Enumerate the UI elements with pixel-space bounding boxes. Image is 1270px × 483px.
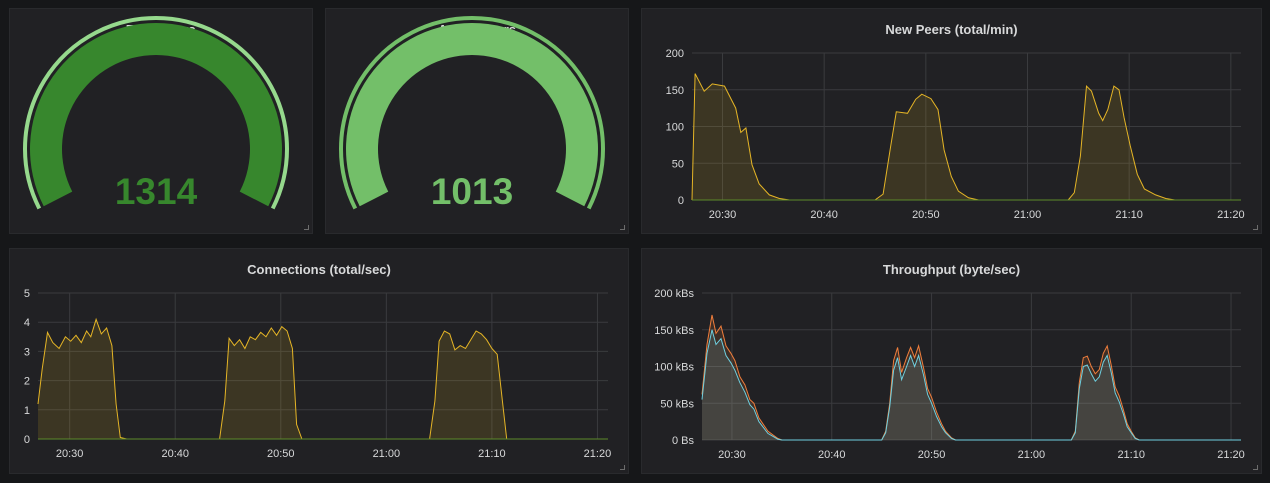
x-tick-label: 20:50 — [267, 448, 295, 460]
y-tick-label: 200 kBs — [654, 288, 694, 300]
series-line[interactable] — [37, 317, 608, 440]
x-tick-label: 20:40 — [161, 448, 189, 460]
resize-handle-icon[interactable] — [620, 465, 625, 470]
panel-total-peers[interactable]: Total Peers 1314 — [9, 8, 313, 234]
series-area — [692, 73, 1241, 200]
throughput-graph[interactable]: 0 Bs 50 kBs 100 kBs 150 kBs 200 kBs 20:30 20:4… — [642, 249, 1263, 475]
new-peers-graph[interactable]: 0 50 100 150 200 20:30 20:40 20:50 21:00 21:10 21:… — [642, 9, 1263, 235]
x-tick-label: 20:50 — [912, 209, 940, 221]
y-tick-label: 3 — [24, 346, 30, 358]
x-tick-label: 21:00 — [1014, 209, 1042, 221]
x-tick-label: 21:10 — [1115, 209, 1143, 221]
series-area — [702, 329, 1241, 440]
connections-graph[interactable]: 0 1 2 3 4 5 20:30 20:40 20:50 21:00 21:10 21:20 — [10, 249, 630, 475]
y-tick-label: 50 — [672, 158, 684, 170]
resize-handle-icon[interactable] — [1253, 465, 1258, 470]
y-tick-label: 1 — [24, 405, 30, 417]
series-area — [702, 315, 1241, 440]
y-tick-label: 100 kBs — [654, 362, 694, 374]
x-tick-label: 20:40 — [810, 209, 838, 221]
y-tick-label: 2 — [24, 376, 30, 388]
x-tick-label: 20:30 — [56, 448, 84, 460]
x-tick-label: 20:40 — [818, 449, 846, 461]
gauge-active-peers: 1013 — [339, 16, 605, 212]
x-tick-label: 20:30 — [709, 209, 737, 221]
x-tick-label: 21:00 — [1018, 449, 1046, 461]
x-tick-label: 20:50 — [918, 449, 946, 461]
x-tick-label: 21:00 — [373, 448, 401, 460]
y-tick-label: 0 — [678, 195, 684, 207]
gauge-value: 1314 — [115, 171, 198, 212]
x-tick-label: 21:10 — [478, 448, 506, 460]
x-tick-label: 21:10 — [1117, 449, 1145, 461]
y-tick-label: 0 Bs — [672, 435, 695, 447]
y-tick-label: 5 — [24, 288, 30, 300]
resize-handle-icon[interactable] — [620, 225, 625, 230]
y-tick-label: 150 kBs — [654, 325, 694, 337]
series-line[interactable] — [691, 73, 1241, 201]
y-tick-label: 4 — [24, 317, 30, 329]
x-tick-label: 20:30 — [718, 449, 746, 461]
y-tick-label: 150 — [666, 85, 684, 97]
panel-new-peers[interactable]: New Peers (total/min) 0 50 100 150 200 20:30 2… — [641, 8, 1262, 234]
resize-handle-icon[interactable] — [304, 225, 309, 230]
x-tick-label: 21:20 — [584, 448, 612, 460]
y-tick-label: 200 — [666, 48, 684, 60]
y-tick-label: 50 kBs — [660, 398, 694, 410]
x-tick-label: 21:20 — [1217, 449, 1245, 461]
series-line[interactable] — [701, 314, 1241, 441]
x-tick-label: 21:20 — [1217, 209, 1245, 221]
panel-throughput[interactable]: Throughput (byte/sec) 0 Bs 50 kBs 100 kBs 1… — [641, 248, 1262, 474]
y-tick-label: 100 — [666, 122, 684, 134]
series-line[interactable] — [701, 329, 1241, 441]
series-area — [38, 319, 608, 439]
resize-handle-icon[interactable] — [1253, 225, 1258, 230]
gauge-value: 1013 — [431, 171, 513, 212]
panel-connections[interactable]: Connections (total/sec) 0 1 2 3 4 5 20:30 20:40… — [9, 248, 629, 474]
panel-active-peers[interactable]: Active Peers 1013 — [325, 8, 629, 234]
gauge-total-peers: 1314 — [23, 16, 289, 212]
y-tick-label: 0 — [24, 434, 30, 446]
